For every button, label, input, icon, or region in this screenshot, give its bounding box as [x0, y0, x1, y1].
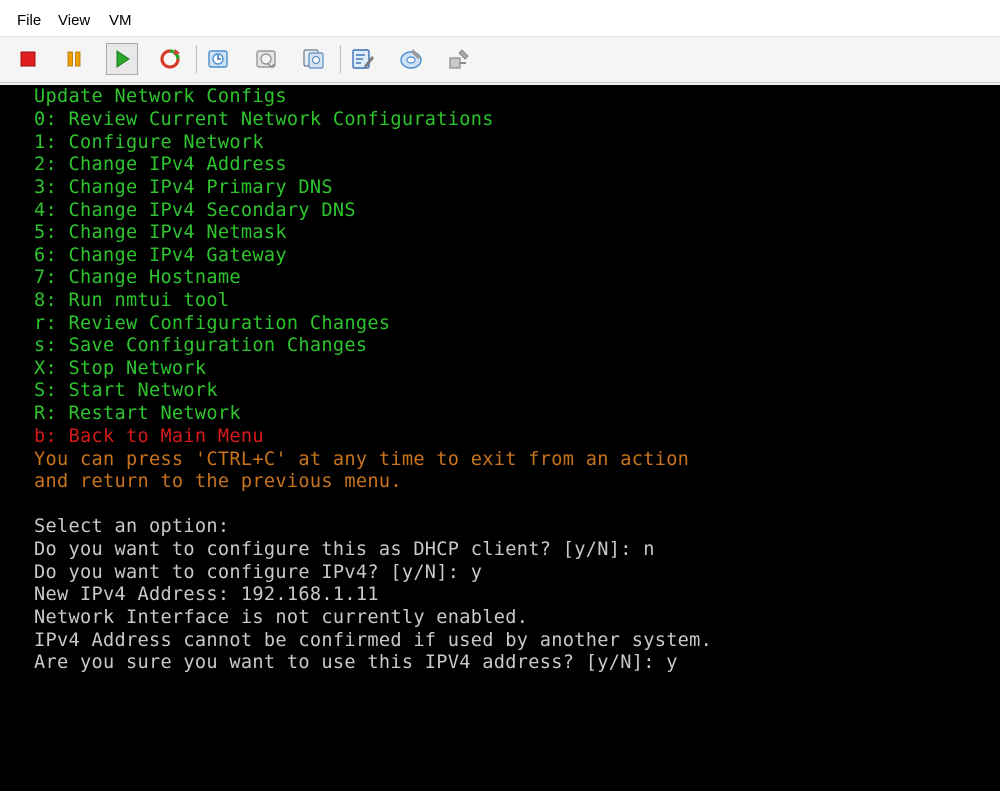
console-line: Do you want to configure IPv4? [y/N]: y	[34, 562, 483, 583]
vm-console[interactable]: Update Network Configs 0: Review Current…	[6, 85, 1000, 791]
stop-button[interactable]	[12, 43, 44, 75]
console-line: 3: Change IPv4 Primary DNS	[34, 177, 333, 198]
take-snapshot-button[interactable]	[202, 43, 234, 75]
connect-device-icon	[449, 49, 469, 69]
revert-snapshot-icon	[256, 50, 276, 69]
menu-vm[interactable]: VM	[109, 13, 132, 29]
console-line: S: Start Network	[34, 380, 218, 401]
console-line: and return to the previous menu.	[34, 471, 402, 492]
console-line: Do you want to configure this as DHCP cl…	[34, 539, 655, 560]
install-tools-button[interactable]	[395, 43, 427, 75]
stop-icon	[20, 51, 36, 67]
reset-button[interactable]	[154, 43, 186, 75]
console-line: s: Save Configuration Changes	[34, 335, 368, 356]
snapshot-icon	[208, 50, 228, 68]
console-line: 2: Change IPv4 Address	[34, 154, 287, 175]
pause-button[interactable]	[58, 43, 90, 75]
console-line: Are you sure you want to use this IPV4 a…	[34, 652, 678, 673]
revert-snapshot-button[interactable]	[250, 43, 282, 75]
manage-snapshots-button[interactable]	[298, 43, 330, 75]
console-line: 8: Run nmtui tool	[34, 290, 230, 311]
console-line: 4: Change IPv4 Secondary DNS	[34, 200, 356, 221]
console-line: 1: Configure Network	[34, 132, 264, 153]
toolbar-separator	[196, 45, 197, 73]
play-icon	[116, 50, 130, 68]
console-line: X: Stop Network	[34, 358, 207, 379]
edit-settings-button[interactable]	[347, 43, 379, 75]
console-line: Select an option:	[34, 516, 230, 537]
console-line: b: Back to Main Menu	[34, 426, 264, 447]
toolbar-separator	[340, 45, 341, 73]
install-tools-icon	[400, 49, 422, 69]
console-line: R: Restart Network	[34, 403, 241, 424]
menu-view[interactable]: View	[58, 13, 90, 29]
menu-bar: File View VM	[0, 6, 1000, 37]
reset-icon	[160, 49, 180, 69]
console-line: 6: Change IPv4 Gateway	[34, 245, 287, 266]
console-line: You can press 'CTRL+C' at any time to ex…	[34, 449, 690, 470]
manage-snapshots-icon	[303, 49, 324, 69]
console-line: 5: Change IPv4 Netmask	[34, 222, 287, 243]
edit-settings-icon	[352, 49, 374, 69]
pause-icon	[67, 51, 81, 67]
console-line: 7: Change Hostname	[34, 267, 241, 288]
console-line: Network Interface is not currently enabl…	[34, 607, 529, 628]
vm-window-chrome: File View VM	[0, 0, 1000, 85]
toolbar	[0, 38, 1000, 83]
menu-file[interactable]: File	[17, 13, 41, 29]
connect-device-button[interactable]	[443, 43, 475, 75]
console-line: New IPv4 Address: 192.168.1.11	[34, 584, 379, 605]
console-line: Update Network Configs	[34, 86, 287, 107]
power-on-button[interactable]	[106, 43, 138, 75]
console-line: 0: Review Current Network Configurations	[34, 109, 494, 130]
console-line: IPv4 Address cannot be confirmed if used…	[34, 630, 713, 651]
console-line: r: Review Configuration Changes	[34, 313, 391, 334]
